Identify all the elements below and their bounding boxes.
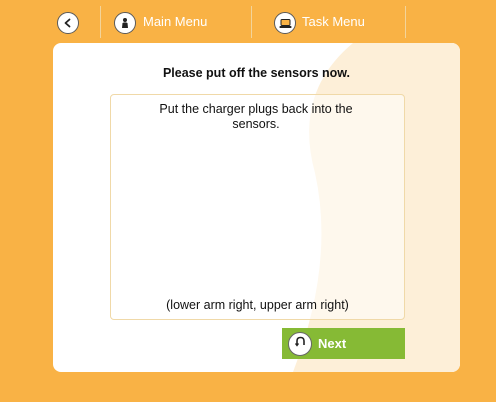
nav-separator — [251, 6, 252, 38]
person-icon — [119, 17, 131, 29]
main-menu-label[interactable]: Main Menu — [143, 14, 207, 29]
nav-separator — [405, 6, 406, 38]
next-icon-button[interactable] — [288, 331, 312, 356]
main-menu-icon-button[interactable] — [114, 12, 136, 34]
sensor-position-note: (lower arm right, upper arm right) — [166, 298, 349, 312]
instruction-heading: Please put off the sensors now. — [162, 66, 351, 80]
next-label[interactable]: Next — [318, 336, 346, 351]
instruction-detail: Put the charger plugs back into the sens… — [159, 102, 353, 131]
back-button[interactable] — [57, 12, 79, 34]
back-arrow-icon — [63, 18, 73, 28]
instruction-text-box: Put the charger plugs back into the sens… — [110, 94, 405, 320]
nav-separator — [100, 6, 101, 38]
task-menu-label[interactable]: Task Menu — [302, 14, 365, 29]
laptop-icon — [279, 18, 292, 29]
task-menu-icon-button[interactable] — [274, 12, 296, 34]
rotate-arrow-icon — [294, 335, 307, 353]
top-navigation-bar: Main Menu Task Menu — [0, 0, 496, 44]
content-panel: Please put off the sensors now. Put the … — [53, 43, 460, 372]
next-button[interactable]: Next — [282, 328, 405, 359]
